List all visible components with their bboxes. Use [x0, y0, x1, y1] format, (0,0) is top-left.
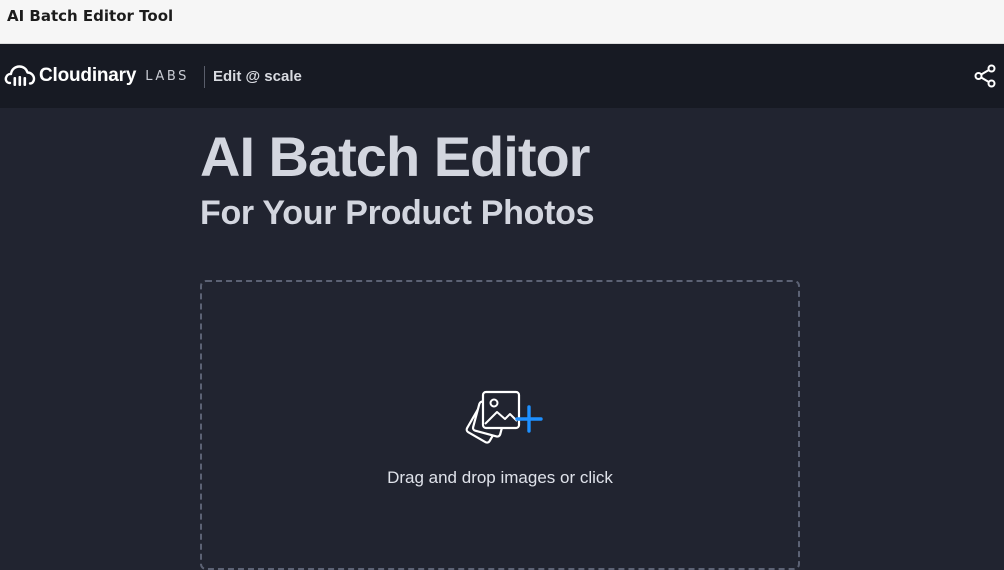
window-title: AI Batch Editor Tool — [7, 6, 174, 25]
cloud-icon — [4, 65, 36, 86]
page-title: AI Batch Editor — [200, 125, 590, 188]
main-content: AI Batch Editor For Your Product Photos — [0, 108, 1004, 570]
share-button[interactable] — [973, 64, 999, 90]
page-subtitle: For Your Product Photos — [200, 194, 595, 232]
image-dropzone[interactable]: Drag and drop images or click — [200, 280, 800, 570]
nav-subtitle: Edit @ scale — [213, 68, 302, 85]
dropzone-instructions: Drag and drop images or click — [387, 468, 613, 487]
nav-divider — [204, 66, 205, 88]
cloudinary-logo[interactable]: Cloudinary LABS — [4, 63, 189, 89]
share-icon — [974, 64, 996, 88]
brand-labs: LABS — [145, 68, 190, 84]
add-images-icon — [461, 388, 545, 450]
window-titlebar: AI Batch Editor Tool — [0, 0, 1004, 44]
brand-name: Cloudinary — [39, 65, 137, 86]
top-navbar: Cloudinary LABS Edit @ scale — [0, 44, 1004, 108]
